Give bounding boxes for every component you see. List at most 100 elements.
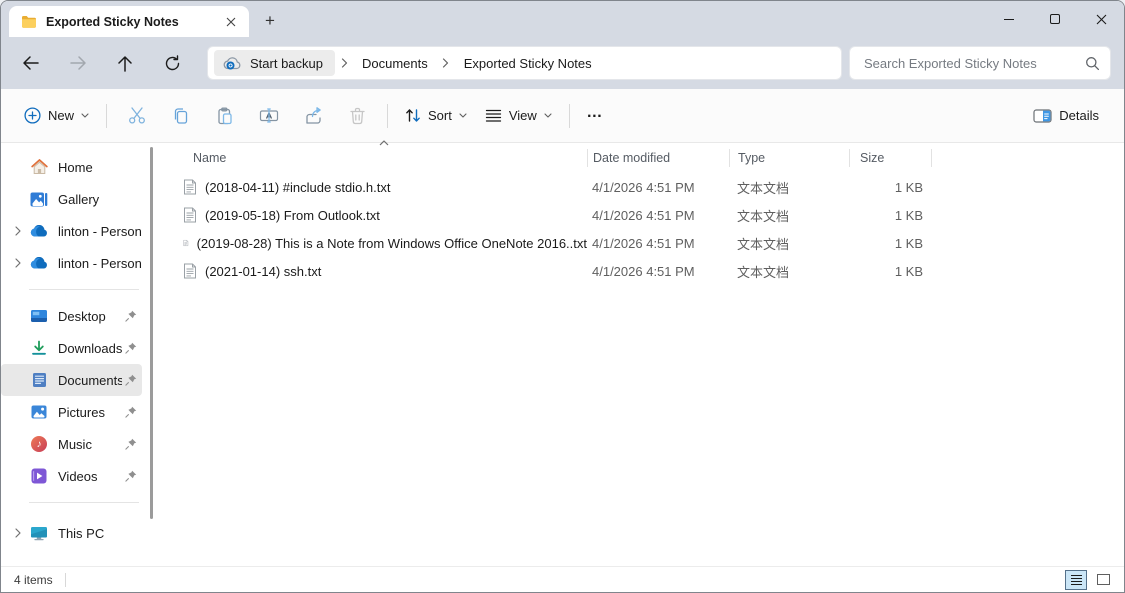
main-content: Home Gallery linton - Persona [1, 143, 1124, 568]
file-type: 文本文档 [729, 262, 849, 281]
music-icon: ♪ [29, 436, 49, 452]
sort-button[interactable]: Sort [396, 98, 476, 134]
tab-title: Exported Sticky Notes [46, 15, 212, 29]
up-button[interactable] [109, 47, 141, 79]
column-header-date-modified[interactable]: Date modified [587, 149, 729, 167]
forward-button[interactable] [62, 47, 94, 79]
pin-icon [122, 310, 140, 322]
more-options-button[interactable]: … [578, 98, 612, 134]
minimize-icon [1004, 19, 1014, 20]
file-date-modified: 4/1/2026 4:51 PM [587, 236, 729, 251]
expand-chevron-icon[interactable] [9, 226, 27, 236]
sidebar-item-onedrive-personal-2[interactable]: linton - Persona [1, 247, 142, 279]
new-button[interactable]: New [15, 98, 98, 134]
pin-icon [122, 374, 140, 386]
sidebar-item-videos[interactable]: Videos [1, 460, 142, 492]
start-backup-button[interactable]: Start backup [214, 50, 335, 76]
text-file-icon [183, 235, 189, 251]
file-date-modified: 4/1/2026 4:51 PM [587, 264, 729, 279]
details-pane-icon [1033, 109, 1052, 123]
file-row[interactable]: (2021-01-14) ssh.txt 4/1/2026 4:51 PM 文本… [161, 257, 1124, 285]
refresh-icon [164, 55, 181, 72]
sidebar-item-downloads[interactable]: Downloads [1, 332, 142, 364]
tab-close-icon[interactable] [221, 12, 241, 32]
address-bar[interactable]: Start backup Documents Exported Sticky N… [207, 46, 842, 80]
file-row[interactable]: (2019-08-28) This is a Note from Windows… [161, 229, 1124, 257]
onedrive-cloud-icon [29, 225, 49, 237]
file-row[interactable]: (2019-05-18) From Outlook.txt 4/1/2026 4… [161, 201, 1124, 229]
maximize-button[interactable] [1032, 1, 1078, 37]
sidebar-scrollbar[interactable] [150, 147, 153, 519]
pin-icon [122, 438, 140, 450]
sidebar-item-music[interactable]: ♪ Music [1, 428, 142, 460]
plus-icon: + [265, 11, 275, 31]
text-file-icon [183, 263, 197, 279]
new-label: New [48, 108, 74, 123]
window-controls [986, 1, 1124, 37]
share-icon [304, 107, 323, 125]
column-header-size[interactable]: Size [849, 149, 931, 167]
file-list-pane: Name Date modified Type Size [161, 143, 1124, 568]
details-view-toggle[interactable] [1065, 570, 1087, 590]
column-header-name[interactable]: Name [161, 149, 587, 167]
file-type: 文本文档 [729, 178, 849, 197]
onedrive-sync-icon [223, 56, 242, 70]
sort-ascending-icon [379, 140, 389, 146]
file-date-modified: 4/1/2026 4:51 PM [587, 208, 729, 223]
this-pc-icon [29, 526, 49, 541]
home-icon [29, 159, 49, 175]
search-box[interactable] [849, 46, 1111, 80]
back-button[interactable] [15, 47, 47, 79]
column-divider [931, 149, 932, 167]
pin-icon [122, 406, 140, 418]
sidebar-divider [29, 289, 139, 290]
copy-button[interactable] [159, 98, 203, 134]
file-size: 1 KB [849, 180, 931, 195]
sidebar-item-desktop[interactable]: Desktop [1, 300, 142, 332]
new-tab-button[interactable]: + [257, 9, 283, 33]
toolbar-divider [387, 104, 388, 128]
status-bar: 4 items [1, 566, 1124, 592]
file-row[interactable]: (2018-04-11) #include stdio.h.txt 4/1/20… [161, 173, 1124, 201]
pin-icon [122, 470, 140, 482]
minimize-button[interactable] [986, 1, 1032, 37]
column-header-type[interactable]: Type [729, 149, 849, 167]
file-name: (2018-04-11) #include stdio.h.txt [205, 180, 390, 195]
sidebar-item-pictures[interactable]: Pictures [1, 396, 142, 428]
tab-exported-sticky-notes[interactable]: Exported Sticky Notes [9, 6, 249, 37]
breadcrumb-documents[interactable]: Documents [353, 52, 437, 75]
breadcrumb-chevron-icon[interactable] [437, 58, 455, 68]
paste-icon [216, 107, 234, 125]
expand-chevron-icon[interactable] [9, 528, 27, 538]
expand-chevron-icon[interactable] [9, 258, 27, 268]
folder-icon [21, 15, 37, 28]
text-file-icon [183, 179, 197, 195]
downloads-icon [29, 340, 49, 356]
toolbar-divider [106, 104, 107, 128]
breadcrumb-current-folder[interactable]: Exported Sticky Notes [455, 52, 601, 75]
delete-button[interactable] [335, 98, 379, 134]
cut-button[interactable] [115, 98, 159, 134]
sidebar-item-home[interactable]: Home [1, 151, 142, 183]
sidebar-item-gallery[interactable]: Gallery [1, 183, 142, 215]
refresh-button[interactable] [156, 47, 188, 79]
close-button[interactable] [1078, 1, 1124, 37]
share-button[interactable] [291, 98, 335, 134]
file-name: (2019-05-18) From Outlook.txt [205, 208, 380, 223]
start-backup-label: Start backup [250, 56, 323, 71]
sidebar-item-this-pc[interactable]: This PC [1, 517, 142, 549]
sidebar-item-onedrive-personal-1[interactable]: linton - Persona [1, 215, 142, 247]
sidebar-item-documents[interactable]: Documents [1, 364, 142, 396]
chevron-down-icon [81, 113, 89, 118]
rename-button[interactable] [247, 98, 291, 134]
back-arrow-icon [22, 55, 40, 71]
details-pane-button[interactable]: Details [1024, 98, 1108, 134]
large-icons-view-toggle[interactable] [1092, 570, 1114, 590]
paste-button[interactable] [203, 98, 247, 134]
breadcrumb-chevron-icon[interactable] [335, 58, 353, 68]
search-input[interactable] [864, 56, 1085, 71]
close-icon [1096, 14, 1107, 25]
chevron-down-icon [544, 113, 552, 118]
navigation-bar: Start backup Documents Exported Sticky N… [1, 37, 1124, 89]
view-button[interactable]: View [476, 98, 561, 134]
